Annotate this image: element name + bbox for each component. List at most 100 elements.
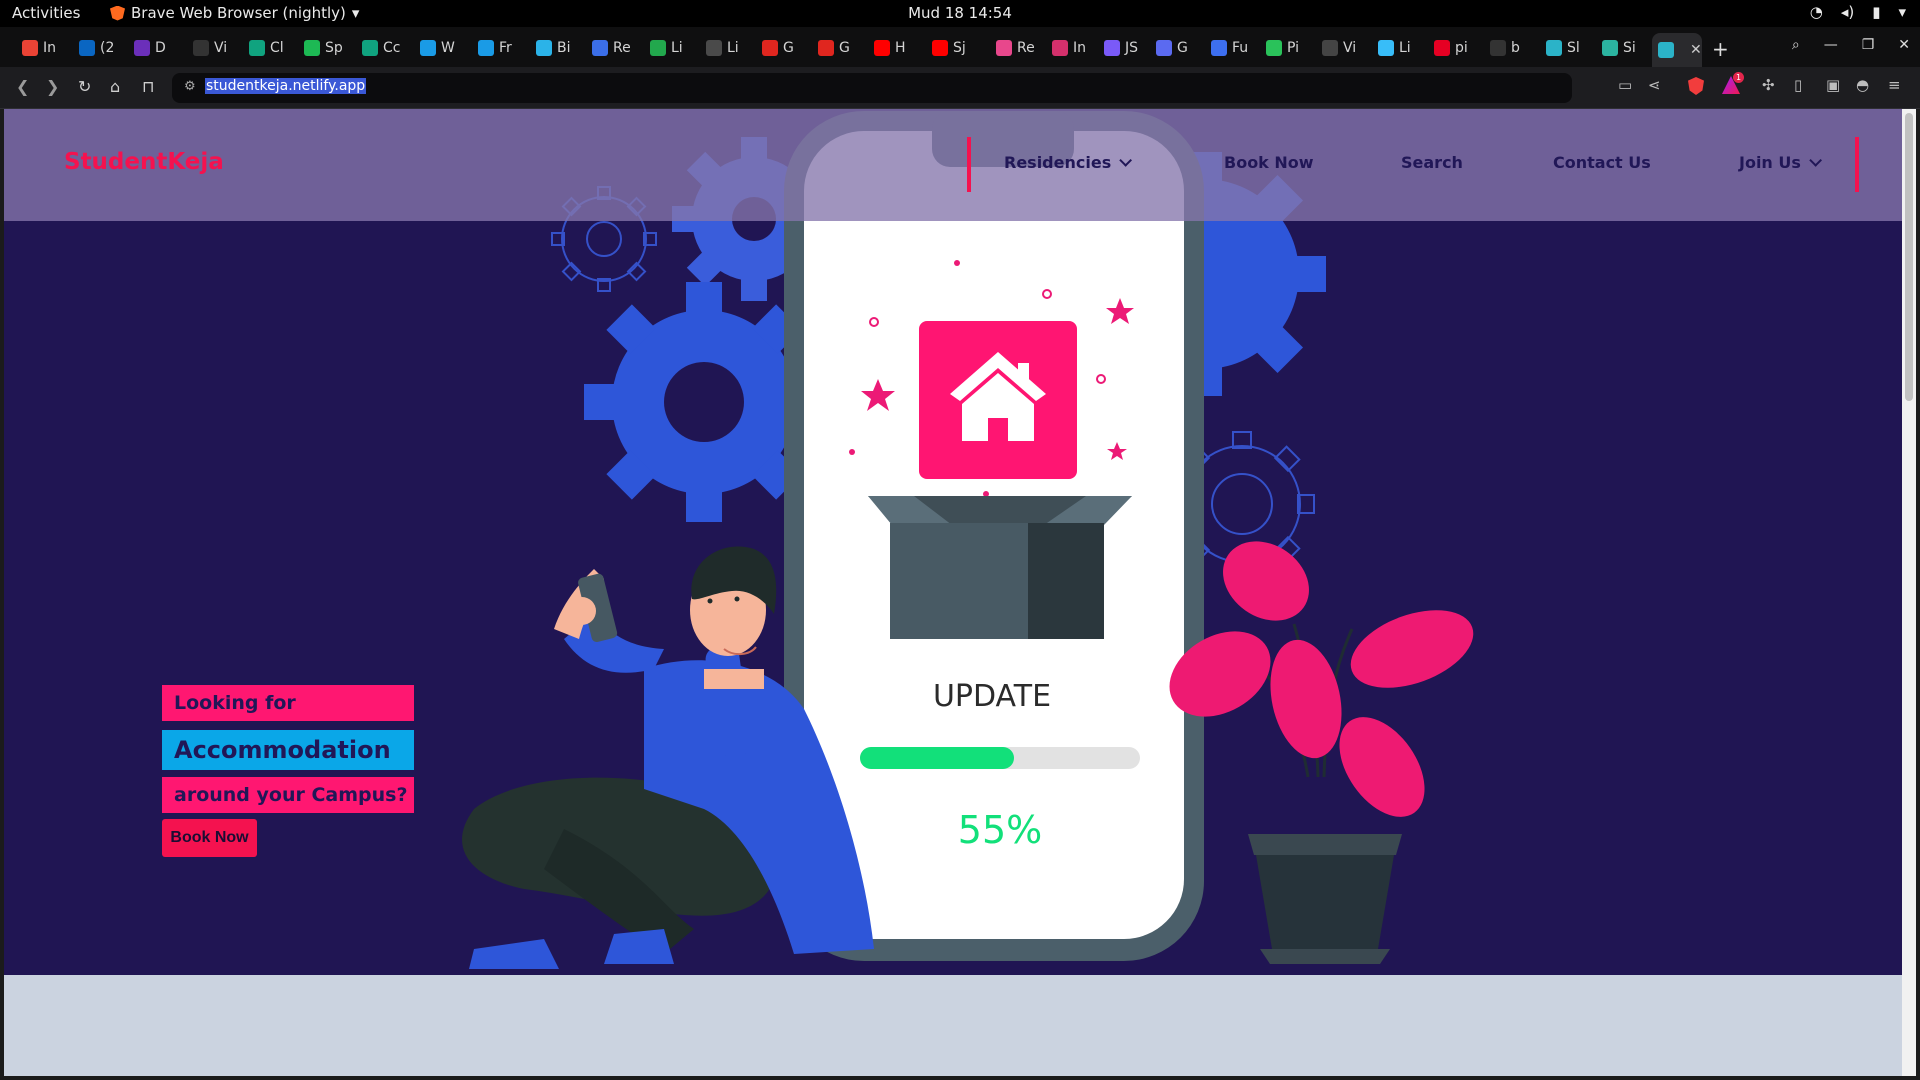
browser-tab[interactable]: Re <box>586 33 631 63</box>
hero-line-looking-for: Looking for <box>162 685 414 721</box>
activities-button[interactable]: Activities <box>12 4 80 22</box>
minimize-icon[interactable]: — <box>1824 37 1838 53</box>
browser-tab[interactable]: Vi <box>1316 33 1356 63</box>
browser-tab[interactable]: D <box>128 33 166 63</box>
new-tab-button[interactable]: + <box>1712 37 1729 61</box>
browser-tab[interactable]: Sp <box>298 33 343 63</box>
diamond-icon <box>1602 40 1618 56</box>
share-icon[interactable]: ⋖ <box>1648 76 1661 94</box>
browser-tab[interactable]: Fr <box>472 33 512 63</box>
restore-icon[interactable]: ❐ <box>1862 37 1875 53</box>
s-icon <box>1322 40 1338 56</box>
browser-tab-label: Li <box>1399 40 1411 56</box>
wallet-icon[interactable]: ▣ <box>1826 76 1840 94</box>
calendar-icon <box>762 40 778 56</box>
system-tray[interactable]: ◔ ◂) ▮ ▾ <box>1810 3 1906 21</box>
vpn-icon[interactable]: ◓ <box>1856 76 1869 94</box>
reload-icon[interactable]: ↻ <box>78 77 91 96</box>
close-tab-icon[interactable]: ✕ <box>1690 42 1702 58</box>
browser-tab[interactable]: G <box>812 33 850 63</box>
browser-tab[interactable]: Vi <box>187 33 227 63</box>
browser-tab[interactable]: G <box>756 33 794 63</box>
progress-percent: 55% <box>958 808 1042 852</box>
browser-tab-label: Re <box>613 40 631 56</box>
site-logo[interactable]: StudentKeja <box>64 149 224 175</box>
browser-tab[interactable]: Li <box>1372 33 1411 63</box>
search-tabs-icon[interactable]: ⌕ <box>1792 37 1800 53</box>
bookmark-icon[interactable]: ⊓ <box>142 77 154 96</box>
nav-residencies[interactable]: Residencies <box>1004 153 1133 172</box>
scrollbar-thumb[interactable] <box>1905 113 1913 401</box>
browser-tab[interactable]: In <box>1046 33 1086 63</box>
rewards-badge: 1 <box>1733 72 1744 83</box>
browser-tab[interactable]: Cc <box>356 33 400 63</box>
page-scrollbar[interactable] <box>1902 109 1916 1076</box>
browser-tab-label: Cl <box>270 40 284 56</box>
browser-tab-label: Fu <box>1232 40 1249 56</box>
chevron-down-icon: ▾ <box>351 4 360 22</box>
back-icon[interactable]: ❮ <box>16 77 29 96</box>
browser-tab-label: In <box>1073 40 1087 56</box>
browser-tab[interactable]: Cl <box>243 33 284 63</box>
browser-tab[interactable]: Li <box>644 33 683 63</box>
page-viewport: UPDATE 55% StudentKeja Residencies Book … <box>4 109 1902 1076</box>
site-header: StudentKeja Residencies Book Now Search … <box>4 109 1902 221</box>
url-text[interactable]: studentkeja.netlify.app <box>205 78 367 94</box>
browser-tab[interactable]: H <box>868 33 906 63</box>
menu-icon[interactable]: ≡ <box>1888 76 1901 94</box>
spotify-icon <box>304 40 320 56</box>
update-label: UPDATE <box>933 679 1051 714</box>
browser-tab[interactable]: W <box>414 33 455 63</box>
browser-tab[interactable]: pi <box>1428 33 1468 63</box>
play-icon <box>478 40 494 56</box>
site-info-icon[interactable]: ⚙ <box>184 79 196 94</box>
flag-icon <box>592 40 608 56</box>
power-menu-icon: ▾ <box>1898 3 1906 21</box>
hero-line-around-campus: around your Campus? <box>162 777 414 813</box>
cast-icon[interactable]: ▭ <box>1618 76 1632 94</box>
nav-search[interactable]: Search <box>1401 153 1463 172</box>
browser-tab[interactable]: Re <box>990 33 1035 63</box>
calendar-icon <box>818 40 834 56</box>
list-icon <box>650 40 666 56</box>
browser-tab[interactable]: Sj <box>926 33 966 63</box>
app-menu[interactable]: Brave Web Browser (nightly) ▾ <box>110 4 359 22</box>
github-icon <box>193 40 209 56</box>
home-icon[interactable]: ⌂ <box>110 77 120 96</box>
browser-tab-label: JS <box>1125 40 1139 56</box>
nav-book-now[interactable]: Book Now <box>1224 153 1314 172</box>
close-window-icon[interactable]: ✕ <box>1898 37 1910 53</box>
chat-icon <box>1156 40 1172 56</box>
browser-tab[interactable]: b <box>1484 33 1520 63</box>
browser-tab[interactable]: Fu <box>1205 33 1248 63</box>
nav-divider-right <box>1855 137 1859 192</box>
chevron-down-icon <box>1119 154 1133 167</box>
browser-tab[interactable]: JS <box>1098 33 1138 63</box>
browser-tab[interactable]: ✕ <box>1652 33 1702 67</box>
address-bar[interactable]: ⚙ studentkeja.netlify.app <box>172 73 1572 103</box>
nav-join-us[interactable]: Join Us <box>1739 153 1822 172</box>
list-icon <box>706 40 722 56</box>
nav-contact-us[interactable]: Contact Us <box>1553 153 1651 172</box>
browser-tab[interactable]: In <box>16 33 56 63</box>
brave-shields-icon[interactable] <box>1688 77 1704 95</box>
forward-icon[interactable]: ❯ <box>46 77 59 96</box>
extensions-icon[interactable]: ✣ <box>1762 76 1775 94</box>
nav-join-us-label: Join Us <box>1739 153 1801 172</box>
browser-tab[interactable]: Si <box>1596 33 1636 63</box>
browser-tab-label: Cc <box>383 40 401 56</box>
tab-strip: In (2 D Vi Cl Sp Cc W Fr Bi Re Li Li G G H Sj Re In JS G Fu Pi… <box>0 27 1920 67</box>
browser-tab[interactable]: Sl <box>1540 33 1580 63</box>
medium-icon <box>1490 40 1506 56</box>
sidebar-icon[interactable]: ▯ <box>1794 76 1802 94</box>
browser-tab-label: W <box>441 40 455 56</box>
browser-tab[interactable]: (2 <box>73 33 114 63</box>
browser-tab-label: In <box>43 40 57 56</box>
hero-book-now-button[interactable]: Book Now <box>162 819 257 857</box>
browser-tab[interactable]: Bi <box>530 33 571 63</box>
browser-tab[interactable]: Li <box>700 33 739 63</box>
browser-tab-label: Si <box>1623 40 1636 56</box>
browser-tab[interactable]: Pi <box>1260 33 1299 63</box>
grid-icon <box>1211 40 1227 56</box>
browser-tab[interactable]: G <box>1150 33 1188 63</box>
